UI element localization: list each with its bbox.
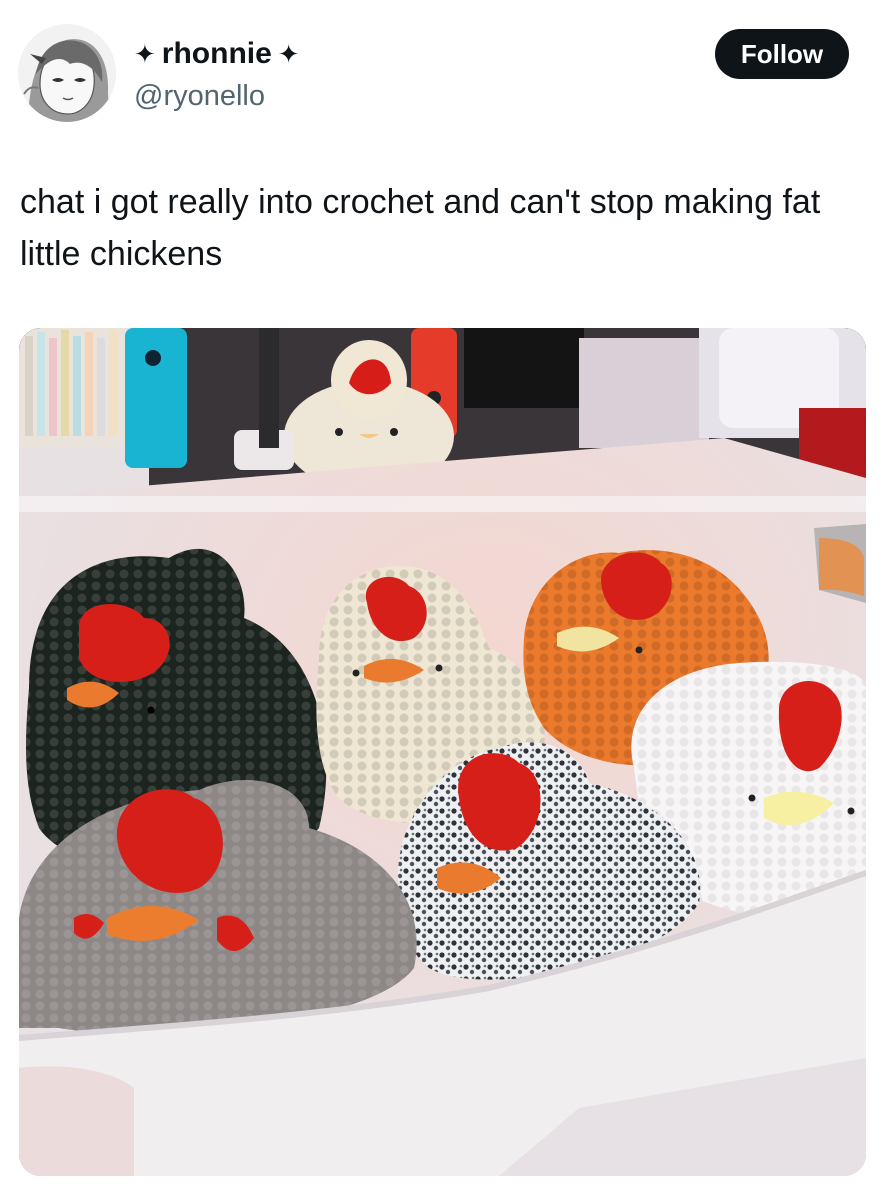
- user-handle[interactable]: @ryonello: [134, 78, 265, 114]
- display-name-text: rhonnie: [161, 37, 272, 70]
- tweet-text: chat i got really into crochet and can't…: [20, 183, 821, 273]
- crochet-chickens-photo-illustration: [19, 328, 866, 1176]
- follow-button[interactable]: Follow: [715, 29, 849, 79]
- sparkle-icon: ✦: [134, 39, 156, 69]
- anime-girl-avatar-icon: [18, 24, 116, 122]
- avatar[interactable]: [18, 24, 116, 122]
- display-name[interactable]: ✦ rhonnie ✦: [134, 36, 300, 72]
- sparkle-icon: ✦: [277, 39, 300, 69]
- switch-joycon-blue: [125, 328, 187, 468]
- crochet-chickens-photo[interactable]: [19, 328, 866, 1176]
- tweet-header: ✦ rhonnie ✦ @ryonello Follow: [18, 24, 868, 124]
